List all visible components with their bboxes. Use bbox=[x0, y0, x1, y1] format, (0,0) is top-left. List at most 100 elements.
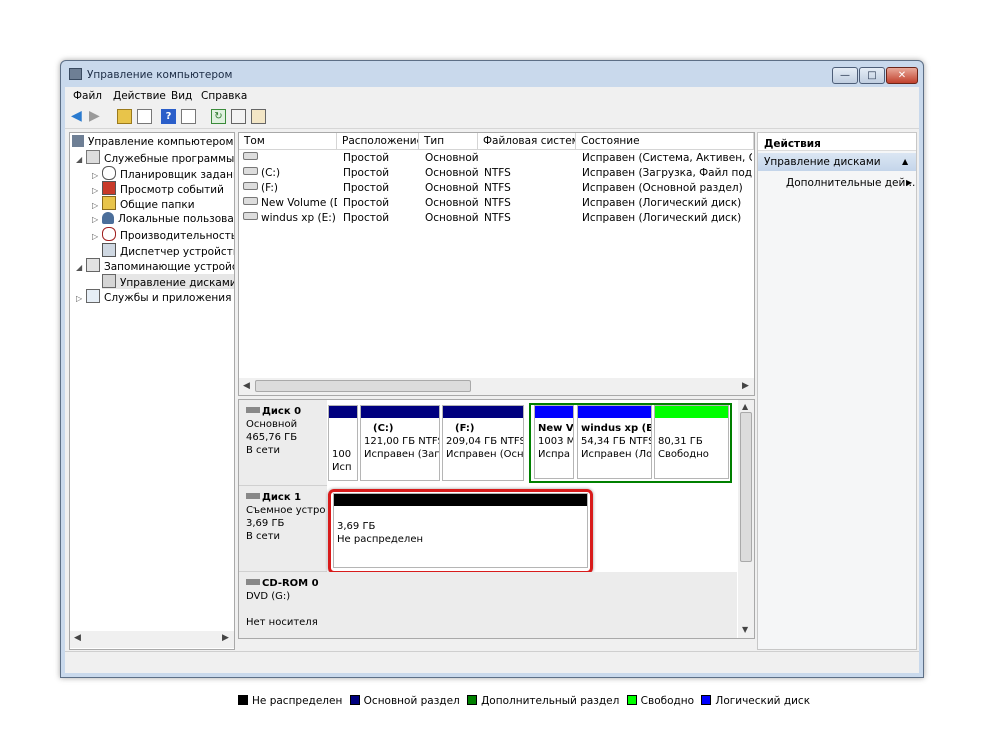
table-cell[interactable]: Простой bbox=[343, 196, 419, 211]
table-cell[interactable]: Исправен (Логический диск) bbox=[582, 196, 752, 211]
partition-status: Исправен (Ло bbox=[581, 449, 652, 460]
more-actions-label: Дополнительные дей... bbox=[786, 177, 916, 189]
table-cell[interactable]: NTFS bbox=[484, 211, 576, 226]
settings-icon[interactable] bbox=[251, 109, 266, 124]
toolbar: ◀ ▶ ? ↻ bbox=[65, 105, 919, 129]
column-header-volume[interactable]: Том bbox=[239, 133, 337, 150]
volume-name-cell[interactable]: (C:) bbox=[243, 166, 337, 181]
close-button[interactable]: ✕ bbox=[886, 67, 918, 84]
table-cell[interactable]: Основной bbox=[425, 151, 478, 166]
menu-view[interactable]: Вид bbox=[171, 90, 192, 102]
tree-storage[interactable]: ◢ Запоминающие устройст bbox=[76, 258, 234, 275]
tree-shared-folders[interactable]: ▷ Общие папки bbox=[92, 196, 195, 211]
expand-arrow-icon[interactable]: ▷ bbox=[92, 198, 102, 213]
scroll-left-icon[interactable]: ◀ bbox=[74, 633, 81, 643]
table-cell[interactable]: NTFS bbox=[484, 196, 576, 211]
collapse-arrow-icon[interactable]: ◢ bbox=[76, 152, 86, 167]
menu-file[interactable]: Файл bbox=[73, 90, 102, 102]
expand-arrow-icon[interactable]: ▷ bbox=[92, 229, 102, 244]
title-bar[interactable]: Управление компьютером — □ ✕ bbox=[61, 61, 923, 87]
column-header-filesystem[interactable]: Файловая система bbox=[478, 133, 576, 150]
scroll-thumb[interactable] bbox=[740, 412, 752, 562]
scroll-thumb[interactable] bbox=[255, 380, 471, 392]
column-header-type[interactable]: Тип bbox=[419, 133, 478, 150]
disk1-unallocated[interactable]: 3,69 ГБ Не распределен bbox=[333, 493, 588, 568]
tree-utilities[interactable]: ◢ Служебные программы bbox=[76, 150, 234, 165]
list-horizontal-scrollbar[interactable]: ◀ ▶ bbox=[239, 378, 754, 395]
scroll-right-icon[interactable]: ▶ bbox=[742, 381, 749, 391]
disk0-free-space[interactable]: 80,31 ГБ Свободно bbox=[654, 405, 729, 479]
cdrom-info[interactable]: CD-ROM 0 DVD (G:) Нет носителя bbox=[239, 572, 327, 638]
volume-icon bbox=[243, 167, 258, 175]
scroll-up-icon[interactable]: ▲ bbox=[742, 402, 748, 411]
table-cell[interactable]: NTFS bbox=[484, 166, 576, 181]
disk0-partition-system[interactable]: 100 Исп bbox=[328, 405, 358, 481]
table-cell[interactable]: NTFS bbox=[484, 181, 576, 196]
table-cell[interactable]: Основной bbox=[425, 166, 478, 181]
table-cell[interactable]: Исправен (Загрузка, Файл подкачки bbox=[582, 166, 752, 181]
table-cell[interactable]: Исправен (Основной раздел) bbox=[582, 181, 752, 196]
menu-action[interactable]: Действие bbox=[113, 90, 166, 102]
disk0-info[interactable]: Диск 0 Основной 465,76 ГБ В сети bbox=[239, 400, 327, 486]
help-icon[interactable]: ? bbox=[161, 109, 176, 124]
tree-performance[interactable]: ▷ Производительность bbox=[92, 227, 234, 244]
collapse-arrow-icon[interactable]: ◢ bbox=[76, 260, 86, 275]
actions-section-disk-management[interactable]: Управление дисками ▲ bbox=[758, 153, 916, 171]
tree-task-scheduler[interactable]: ▷ Планировщик заданий bbox=[92, 166, 234, 181]
up-folder-icon[interactable] bbox=[117, 109, 132, 124]
expand-arrow-icon[interactable]: ▷ bbox=[76, 291, 86, 306]
more-actions-item[interactable]: Дополнительные дей... ▶ bbox=[786, 177, 916, 191]
tree-local-users[interactable]: ▷ Локальные пользовате bbox=[92, 212, 234, 227]
table-cell[interactable]: Исправен (Логический диск) bbox=[582, 211, 752, 226]
table-cell[interactable]: Основной bbox=[425, 196, 478, 211]
tree-disk-management[interactable]: Управление дисками bbox=[102, 274, 234, 289]
forward-icon[interactable]: ▶ bbox=[89, 109, 104, 124]
tree-event-viewer[interactable]: ▷ Просмотр событий bbox=[92, 181, 224, 196]
table-cell[interactable]: Основной bbox=[425, 181, 478, 196]
volume-name-cell[interactable]: New Volume (D:) bbox=[243, 196, 337, 211]
column-header-layout[interactable]: Расположение bbox=[337, 133, 419, 150]
table-cell[interactable]: Простой bbox=[343, 151, 419, 166]
scroll-down-icon[interactable]: ▼ bbox=[742, 625, 748, 634]
table-cell[interactable]: Простой bbox=[343, 181, 419, 196]
actions-pane: Действия Управление дисками ▲ Дополнител… bbox=[757, 132, 917, 650]
table-cell[interactable]: Исправен (Система, Активен, Осно bbox=[582, 151, 752, 166]
disk0-partition-e[interactable]: windus xp (E 54,34 ГБ NTFS Исправен (Ло bbox=[577, 405, 652, 479]
computer-icon bbox=[72, 135, 84, 147]
volume-name-cell[interactable]: windus xp (E:) bbox=[243, 211, 337, 226]
tree-horizontal-scrollbar[interactable]: ◀ ▶ bbox=[70, 631, 234, 648]
expand-arrow-icon[interactable]: ▷ bbox=[92, 212, 102, 227]
partition-status: Испра bbox=[538, 449, 570, 460]
back-icon[interactable]: ◀ bbox=[71, 109, 86, 124]
scroll-right-icon[interactable]: ▶ bbox=[222, 633, 229, 643]
show-action-pane-icon[interactable] bbox=[181, 109, 196, 124]
show-hide-tree-icon[interactable] bbox=[137, 109, 152, 124]
scroll-left-icon[interactable]: ◀ bbox=[243, 381, 250, 391]
properties-icon[interactable] bbox=[231, 109, 246, 124]
client-area: Управление компьютером (л ◢ Служебные про… bbox=[65, 129, 919, 707]
volume-name-cell[interactable] bbox=[243, 151, 337, 166]
column-header-status[interactable]: Состояние bbox=[576, 133, 754, 150]
collapse-up-icon[interactable]: ▲ bbox=[902, 157, 908, 166]
tree-services[interactable]: ▷ Службы и приложения bbox=[76, 289, 231, 304]
partition-name: (C:) bbox=[373, 423, 394, 434]
partition-status: Исправен (Осн bbox=[446, 449, 524, 460]
disk0-partition-d[interactable]: New V 1003 M Испра bbox=[534, 405, 574, 479]
disk-view-vertical-scrollbar[interactable]: ▲ ▼ bbox=[738, 400, 754, 638]
disk0-partition-c[interactable]: (C:) 121,00 ГБ NTFS Исправен (Заг bbox=[360, 405, 440, 481]
table-cell[interactable]: Простой bbox=[343, 166, 419, 181]
legend-swatch-extended bbox=[467, 695, 478, 705]
tree-root[interactable]: Управление компьютером (л bbox=[72, 135, 234, 150]
minimize-button[interactable]: — bbox=[832, 67, 858, 84]
tree-device-manager[interactable]: Диспетчер устройств bbox=[102, 243, 234, 258]
table-cell[interactable]: Основной bbox=[425, 211, 478, 226]
refresh-icon[interactable]: ↻ bbox=[211, 109, 226, 124]
table-cell[interactable] bbox=[484, 151, 576, 166]
disk0-partition-f[interactable]: (F:) 209,04 ГБ NTFS Исправен (Осн bbox=[442, 405, 524, 481]
maximize-button[interactable]: □ bbox=[859, 67, 885, 84]
disk1-info[interactable]: Диск 1 Съемное устро 3,69 ГБ В сети bbox=[239, 486, 327, 572]
volume-name-cell[interactable]: (F:) bbox=[243, 181, 337, 196]
actions-title: Действия bbox=[758, 133, 916, 151]
table-cell[interactable]: Простой bbox=[343, 211, 419, 226]
menu-help[interactable]: Справка bbox=[201, 90, 247, 102]
